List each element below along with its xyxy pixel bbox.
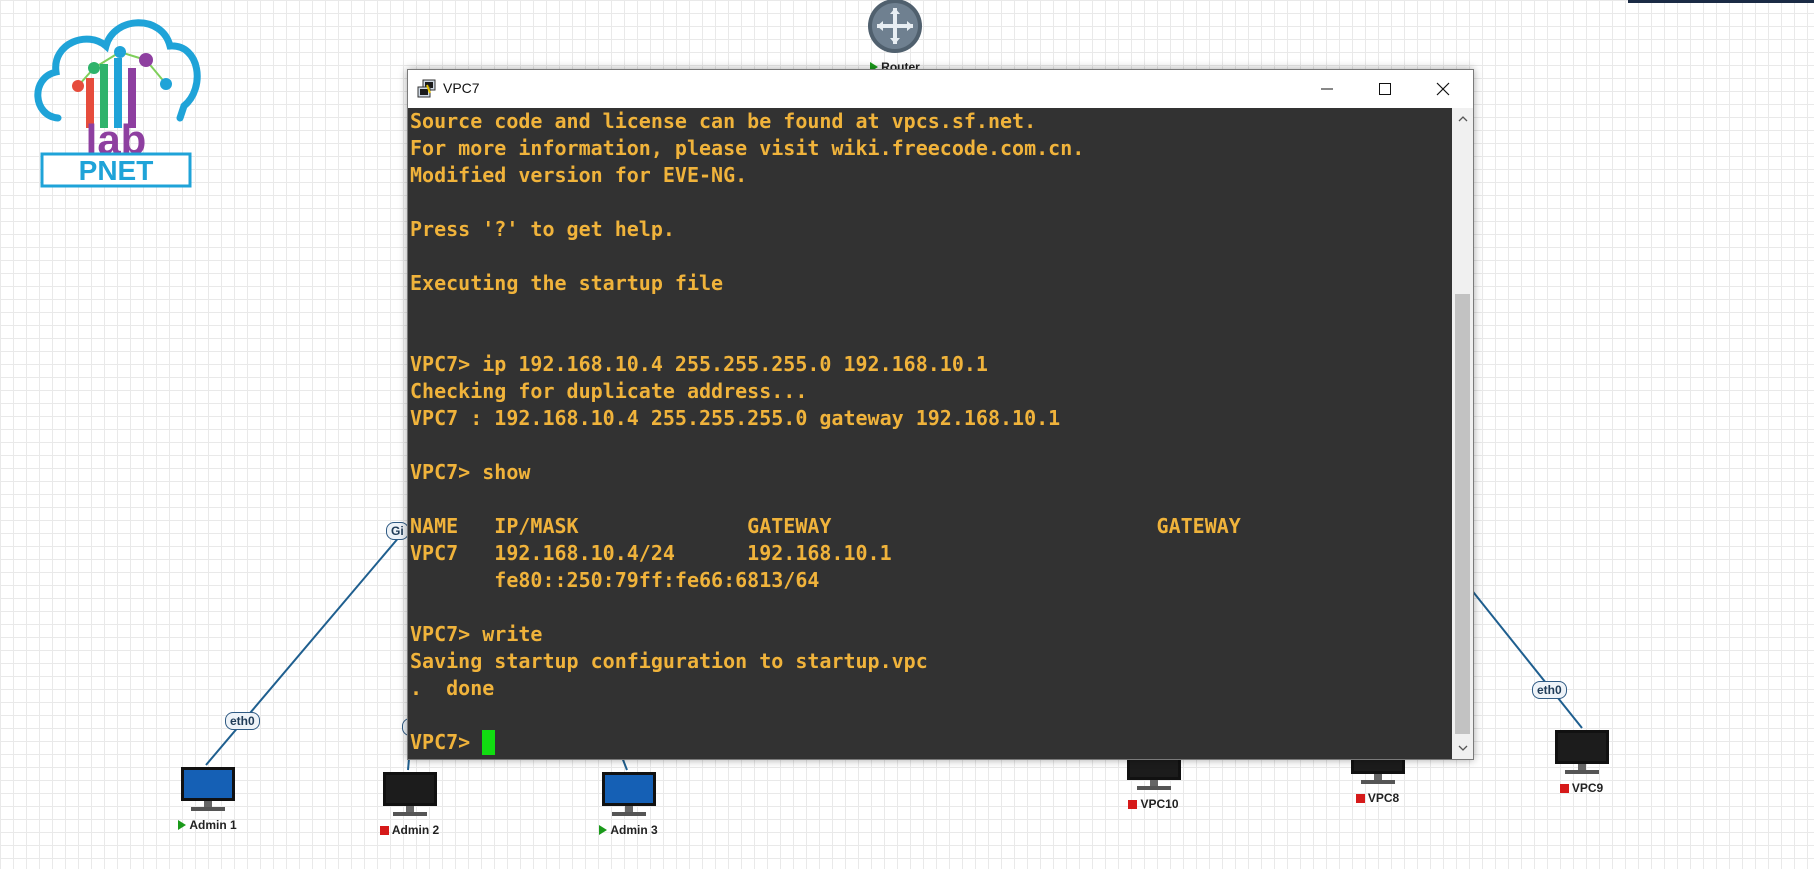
stopped-icon [1355, 794, 1365, 803]
terminal-line: VPC7> write [410, 622, 543, 646]
pc-monitor-icon [1554, 730, 1609, 774]
terminal-line: VPC7 : 192.168.10.4 255.255.255.0 gatewa… [410, 406, 1061, 430]
minimize-icon [1321, 88, 1333, 90]
link-admin1[interactable] [205, 535, 401, 766]
terminal-line: Saving startup configuration to startup.… [410, 649, 928, 673]
terminal-prompt-line[interactable]: VPC7> [408, 729, 1452, 756]
top-right-bar [1628, 0, 1814, 3]
pc-monitor-icon [382, 772, 437, 816]
chevron-up-icon [1458, 116, 1467, 122]
terminal-line: Source code and license can be found at … [410, 109, 1037, 133]
terminal-line: . done [410, 676, 495, 700]
close-button[interactable] [1414, 70, 1472, 108]
node-admin1[interactable]: Admin 1 [170, 765, 245, 832]
maximize-button[interactable] [1356, 70, 1414, 108]
link-vpc9[interactable] [1469, 587, 1583, 729]
pc-monitor-icon [180, 767, 235, 811]
terminal-line: For more information, please visit wiki.… [410, 136, 1085, 160]
scroll-up-button[interactable] [1452, 108, 1473, 129]
node-vpc9[interactable]: VPC9 [1544, 728, 1619, 795]
chevron-down-icon [1458, 745, 1467, 751]
terminal-line: Press '?' to get help. [410, 217, 675, 241]
iface-label-admin1-eth0[interactable]: eth0 [225, 712, 260, 730]
node-admin3[interactable]: Admin 3 [591, 770, 666, 837]
vpc8-label: VPC8 [1367, 791, 1400, 805]
node-admin2[interactable]: Admin 2 [372, 770, 447, 837]
terminal-line: VPC7 192.168.10.4/24 192.168.10.1 [410, 541, 892, 565]
vertical-scrollbar[interactable] [1452, 108, 1473, 759]
pc-monitor-icon [601, 772, 656, 816]
close-icon [1436, 82, 1450, 96]
running-icon [178, 820, 187, 830]
terminal-line: Modified version for EVE-NG. [410, 163, 748, 187]
terminal-line: VPC7> show [410, 460, 531, 484]
terminal-cursor [482, 730, 496, 755]
window-title: VPC7 [443, 80, 480, 96]
admin3-label: Admin 3 [610, 823, 658, 837]
terminal-prompt: VPC7> [410, 730, 483, 754]
logo-pnet-text: PNET [79, 155, 154, 186]
stopped-icon [1559, 784, 1569, 793]
window-titlebar[interactable]: VPC7 [408, 70, 1473, 108]
router-icon [868, 0, 922, 53]
maximize-icon [1379, 83, 1391, 95]
scroll-down-button[interactable] [1452, 738, 1473, 759]
stopped-icon [1128, 800, 1138, 809]
admin1-label: Admin 1 [189, 818, 237, 832]
terminal-line: fe80::250:79ff:fe66:6813/64 [410, 568, 820, 592]
vpc10-label: VPC10 [1140, 797, 1179, 811]
scrollbar-thumb[interactable] [1455, 294, 1470, 734]
terminal-line: VPC7> ip 192.168.10.4 255.255.255.0 192.… [410, 352, 988, 376]
iface-label-vpc9-eth0[interactable]: eth0 [1532, 681, 1567, 699]
running-icon [599, 825, 608, 835]
node-router[interactable]: Router [855, 0, 935, 74]
terminal-line: Checking for duplicate address... [410, 379, 808, 403]
admin2-label: Admin 2 [391, 823, 440, 837]
terminal-line: Executing the startup file [410, 271, 724, 295]
terminal-output[interactable]: Source code and license can be found at … [408, 108, 1452, 759]
putty-app-icon [417, 79, 436, 98]
pnetlab-logo: lab PNET [28, 8, 203, 188]
cloud-network-icon: lab PNET [34, 19, 201, 188]
minimize-button[interactable] [1298, 70, 1356, 108]
stopped-icon [379, 826, 389, 835]
terminal-lines: Source code and license can be found at … [408, 108, 1452, 729]
vpc9-label: VPC9 [1571, 781, 1604, 795]
iface-label-switch-gi[interactable]: Gi [386, 522, 409, 540]
vpc7-console-window[interactable]: VPC7 Source code and license can be foun… [407, 69, 1474, 760]
terminal-line: NAME IP/MASK GATEWAY GATEWAY [410, 514, 1241, 538]
